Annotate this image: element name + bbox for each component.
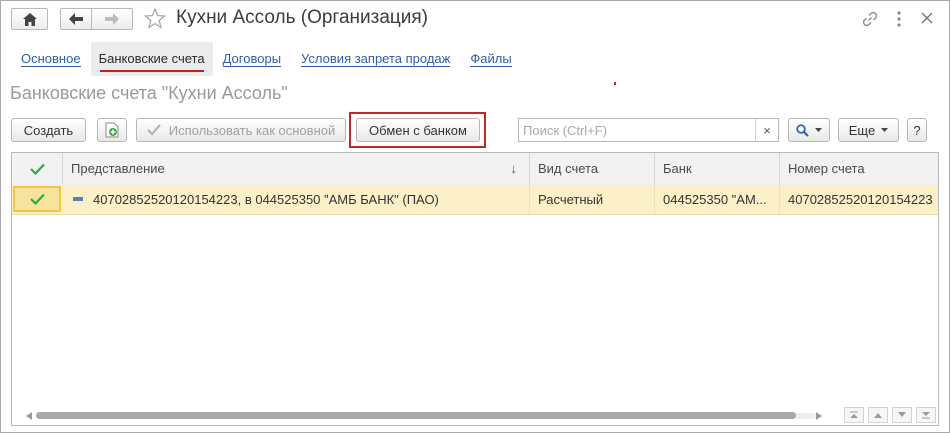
check-icon bbox=[29, 193, 45, 205]
check-icon bbox=[147, 124, 161, 136]
tab-label: Файлы bbox=[470, 51, 512, 67]
cell-bank: 044525350 "АМ... bbox=[655, 185, 780, 214]
chevron-down-icon bbox=[898, 412, 906, 417]
cell-account-number: 40702852520120154223 bbox=[788, 192, 933, 207]
more-vertical-icon[interactable] bbox=[897, 11, 901, 27]
title-bar: Кухни Ассоль (Организация) bbox=[1, 1, 949, 39]
bank-accounts-table: Представление ↓ Вид счета Банк Номер сче… bbox=[11, 152, 939, 426]
use-as-main-label: Использовать как основной bbox=[168, 122, 336, 138]
tab-contracts[interactable]: Договоры bbox=[215, 42, 289, 76]
tab-label: Основное bbox=[21, 51, 81, 67]
more-label: Еще bbox=[848, 122, 876, 138]
use-as-main-button[interactable]: Использовать как основной bbox=[136, 118, 346, 142]
more-button[interactable]: Еще bbox=[838, 118, 899, 142]
header-bank[interactable]: Банк bbox=[655, 153, 780, 185]
highlight-frame bbox=[349, 112, 486, 148]
column-label: Представление bbox=[71, 161, 165, 176]
tab-label: Договоры bbox=[222, 51, 282, 67]
header-account-number[interactable]: Номер счета bbox=[780, 153, 938, 185]
tab-main[interactable]: Основное bbox=[13, 42, 89, 76]
back-button[interactable] bbox=[60, 8, 92, 30]
last-page-icon bbox=[922, 412, 930, 419]
tab-sales-restrictions[interactable]: Условия запрета продаж bbox=[293, 42, 458, 76]
arrow-left-icon bbox=[69, 13, 83, 25]
cell-account-type: Расчетный bbox=[530, 185, 655, 214]
horizontal-scrollbar[interactable] bbox=[26, 411, 822, 421]
header-account-type[interactable]: Вид счета bbox=[530, 153, 655, 185]
document-add-icon bbox=[105, 122, 119, 138]
search-icon bbox=[796, 123, 809, 137]
page-down-button[interactable] bbox=[892, 407, 912, 423]
arrow-right-icon bbox=[105, 13, 119, 25]
scroll-left-icon[interactable] bbox=[26, 412, 32, 420]
main-account-flag bbox=[13, 186, 61, 212]
table-header: Представление ↓ Вид счета Банк Номер сче… bbox=[12, 153, 938, 186]
check-icon bbox=[29, 163, 45, 175]
chevron-down-icon bbox=[815, 128, 822, 132]
tab-files[interactable]: Файлы bbox=[462, 42, 519, 76]
page-title: Банковские счета "Кухни Ассоль" bbox=[10, 83, 288, 103]
home-button[interactable] bbox=[11, 8, 48, 30]
go-to-last-button[interactable] bbox=[916, 407, 936, 423]
search-options-button[interactable] bbox=[788, 118, 830, 142]
header-representation[interactable]: Представление ↓ bbox=[63, 153, 530, 185]
go-to-first-button[interactable] bbox=[844, 407, 864, 423]
list-item-marker-icon bbox=[73, 196, 83, 201]
tab-bar: Основное Банковские счета Договоры Услов… bbox=[13, 42, 520, 76]
chevron-up-icon bbox=[874, 413, 882, 418]
tab-bank-accounts[interactable]: Банковские счета bbox=[90, 42, 213, 76]
chevron-down-icon bbox=[881, 128, 889, 132]
star-icon[interactable] bbox=[144, 8, 166, 29]
scroll-right-icon[interactable] bbox=[816, 412, 822, 420]
sort-arrow-icon: ↓ bbox=[510, 161, 518, 176]
home-icon bbox=[22, 12, 37, 26]
marker bbox=[614, 82, 616, 85]
search-input[interactable] bbox=[519, 120, 755, 140]
representation-text: 40702852520120154223, в 044525350 "АМБ Б… bbox=[93, 192, 439, 207]
clear-search-button[interactable]: × bbox=[755, 119, 778, 141]
forward-button[interactable] bbox=[91, 8, 133, 30]
page-up-button[interactable] bbox=[868, 407, 888, 423]
scroll-thumb[interactable] bbox=[36, 412, 796, 419]
create-button[interactable]: Создать bbox=[11, 118, 86, 142]
window-title: Кухни Ассоль (Организация) bbox=[176, 7, 429, 28]
header-main-flag[interactable] bbox=[12, 153, 63, 185]
link-icon[interactable] bbox=[862, 11, 878, 27]
add-from-file-button[interactable] bbox=[97, 118, 127, 142]
first-page-icon bbox=[850, 411, 858, 418]
search-field[interactable]: × bbox=[518, 118, 779, 142]
table-row[interactable]: 40702852520120154223, в 044525350 "АМБ Б… bbox=[12, 185, 938, 215]
window: Кухни Ассоль (Организация) Основное Банк… bbox=[0, 0, 950, 433]
cell-representation: 40702852520120154223, в 044525350 "АМБ Б… bbox=[63, 185, 530, 214]
close-icon[interactable] bbox=[921, 12, 933, 24]
tab-label: Условия запрета продаж bbox=[301, 51, 451, 67]
help-button[interactable]: ? bbox=[907, 118, 927, 142]
tab-label: Банковские счета bbox=[98, 51, 205, 66]
